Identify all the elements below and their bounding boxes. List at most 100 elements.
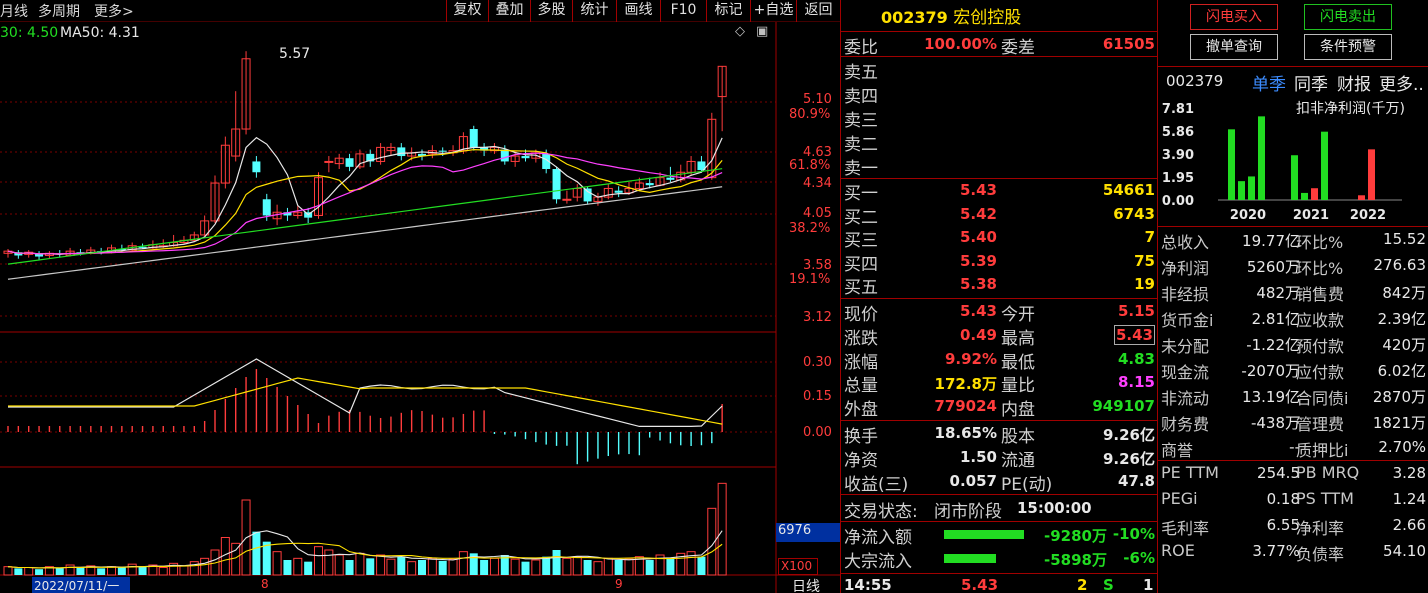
candle-body: [645, 183, 654, 186]
ask-row: 卖四: [841, 82, 1157, 107]
finance-row: 商誉 -- 质押比i 2.70%: [1158, 435, 1428, 461]
volume-bar: [397, 556, 406, 575]
bar-year-label: 2022: [1350, 208, 1386, 223]
finance-value: 54.10: [1383, 542, 1426, 560]
volume-bar: [14, 568, 23, 575]
stat-label: 最低: [1001, 352, 1035, 373]
volume-bar: [252, 531, 261, 575]
volume-value-box: 6976: [776, 523, 840, 542]
volume-bar: [542, 556, 551, 575]
restore-rights-button[interactable]: 复权: [446, 0, 488, 22]
stat-value: 47.8: [1117, 471, 1155, 490]
stat-value: 949107: [1055, 397, 1155, 415]
finance-value: 13.19亿: [1242, 388, 1300, 406]
volume-bar: [376, 554, 386, 576]
f10-button[interactable]: F10: [660, 0, 706, 22]
stat-row: 涨跌 0.49 最高 5.43: [841, 324, 1157, 349]
tick-side: S: [1103, 576, 1114, 593]
panel-toggle-icon[interactable]: ▣: [756, 24, 768, 39]
fin-tab-quarter[interactable]: 单季: [1252, 70, 1286, 95]
finance-label: 总收入: [1161, 233, 1210, 252]
stat-value: 8.15: [1055, 373, 1155, 391]
bid-row: 买一 5.43 54661: [841, 179, 1157, 204]
candle-body: [262, 199, 271, 216]
candle-body: [345, 158, 354, 167]
mark-button[interactable]: 标记: [706, 0, 750, 22]
cancel-query-button[interactable]: 撤单查询: [1190, 34, 1278, 60]
chart-toolbar: 月线 多周期 更多> 复权 叠加 多股 统计 画线 F10 标记 +自选 返回: [0, 0, 840, 22]
bid-label: 买五: [844, 278, 878, 299]
statistics-button[interactable]: 统计: [572, 0, 616, 22]
kline-chart-canvas[interactable]: [0, 22, 840, 593]
macd-tick: 0.00: [803, 425, 832, 440]
stat-value-text: 949107: [1092, 397, 1155, 416]
stat-value: 172.8万: [934, 375, 997, 394]
tick-time: 14:55: [844, 576, 892, 593]
period-label[interactable]: 日线: [792, 576, 820, 593]
volume-bar: [427, 557, 437, 576]
volume-bar: [272, 551, 282, 576]
period-multi[interactable]: 多周期: [38, 1, 80, 21]
bid-label: 买二: [844, 207, 878, 228]
price-tick: 3.12: [803, 310, 832, 325]
flash-sell-button[interactable]: 闪电卖出: [1304, 4, 1392, 30]
fin-tab-report[interactable]: 财报: [1337, 70, 1371, 95]
draw-line-button[interactable]: 画线: [616, 0, 660, 22]
ask-label: 卖五: [844, 63, 878, 83]
weicha-label: 委差: [1001, 38, 1035, 58]
finance-label: 环比%: [1296, 259, 1344, 278]
volume-bar: [334, 554, 344, 576]
stat-label: 内盘: [1001, 400, 1035, 421]
stat-value-text: 4.83: [1117, 349, 1155, 368]
stat-label: 涨跌: [844, 328, 878, 349]
ma10-line: [7, 149, 723, 255]
multi-stock-button[interactable]: 多股: [530, 0, 572, 22]
finance-value: 1821万: [1372, 414, 1426, 432]
volume-bar: [3, 566, 13, 576]
volume-bar: [603, 557, 613, 576]
kline-chart[interactable]: 30: 4.50 MA50: 4.31 ◇ ▣ 5.57 5.10 80.9% …: [0, 22, 840, 593]
more-menu[interactable]: 更多>: [94, 1, 134, 21]
stat-value-text: 5.43: [1113, 324, 1155, 345]
flow-bar: [944, 530, 1024, 539]
finance-label: 管理费: [1296, 415, 1345, 434]
finance-row: 总收入 19.77亿 环比% 15.52: [1158, 227, 1428, 253]
stat-label: 收益(三): [844, 474, 909, 495]
volume-bar: [448, 558, 458, 576]
volume-bar: [127, 563, 137, 576]
fin-tab-same-quarter[interactable]: 同季: [1294, 70, 1328, 95]
volume-bar: [97, 568, 106, 575]
add-favorite-button[interactable]: +自选: [750, 0, 796, 22]
stat-value: 9.26亿: [1102, 449, 1155, 468]
bid-volume: 19: [1134, 275, 1155, 294]
flash-buy-button[interactable]: 闪电买入: [1190, 4, 1278, 30]
profit-bar: [1248, 176, 1255, 200]
finance-value: 482万: [1256, 284, 1300, 302]
candle-body: [469, 129, 478, 148]
bid-volume: 6743: [1113, 204, 1155, 223]
volume-bar: [552, 550, 561, 575]
back-button[interactable]: 返回: [796, 0, 840, 22]
fin-tab-code[interactable]: 002379: [1166, 72, 1223, 90]
stat-value: 0.057: [949, 471, 997, 490]
finance-label: 应付款: [1296, 363, 1345, 382]
stat-label: 外盘: [844, 400, 878, 421]
overlay-button[interactable]: 叠加: [488, 0, 530, 22]
finance-label: 货币金i: [1161, 311, 1214, 330]
diamond-icon[interactable]: ◇: [735, 24, 745, 39]
fin-tab-more[interactable]: 更多..: [1379, 70, 1424, 95]
bid-volume: 7: [1144, 228, 1155, 247]
stat-label: 最高: [1001, 328, 1035, 349]
finance-label: 财务费: [1161, 415, 1210, 434]
period-monthly[interactable]: 月线: [0, 1, 28, 21]
bid-row: 买三 5.40 7: [841, 226, 1157, 251]
candle-body: [500, 149, 509, 162]
bid-volume: 54661: [1102, 181, 1155, 199]
weibi-value: 100.00%: [924, 35, 997, 53]
volume-bar: [200, 557, 210, 576]
price-tick: 5.10: [803, 92, 832, 107]
price-tick: 4.34: [803, 176, 832, 191]
volume-bar: [24, 567, 34, 576]
stat-value: 1.50: [959, 447, 997, 466]
condition-alert-button[interactable]: 条件预警: [1304, 34, 1392, 60]
